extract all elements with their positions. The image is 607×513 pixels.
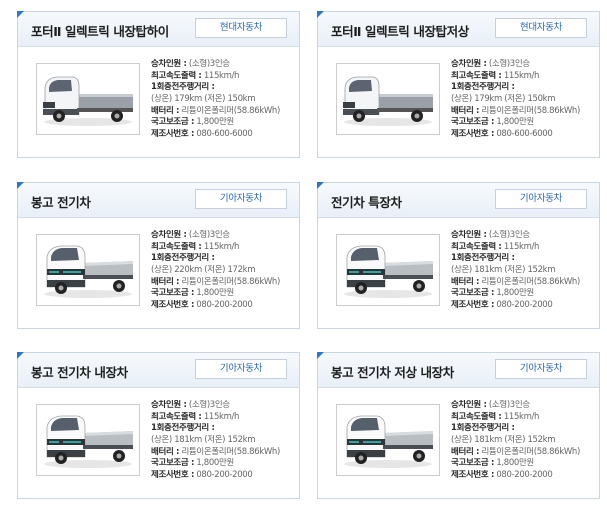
spec-range: (상온) 179km (저온) 150km	[451, 94, 556, 105]
spec-phone: 제조사번호 : 080-200-2000	[451, 300, 553, 311]
manufacturer-button[interactable]: 기아자동차	[195, 189, 287, 209]
spec-battery: 배터리 : 리튬이온폴리머(58.86kWh)	[451, 276, 580, 287]
card-header: 봉고 전기차 저상 내장차 기아자동차	[318, 353, 599, 388]
truck-illustration	[344, 415, 433, 468]
truck-illustration	[44, 245, 133, 298]
spec-range-label: 1회충전주행거리 :	[451, 423, 515, 434]
spec-range: (상온) 179km (저온) 150km	[151, 94, 256, 105]
spec-list: 승차인원 : (소형)3인승 최고속도출력 : 115km/h 1회충전주행거리…	[451, 59, 597, 141]
truck-illustration	[43, 76, 133, 126]
spec-range-label: 1회충전주행거리 :	[151, 82, 215, 93]
truck-illustration	[44, 415, 133, 468]
manufacturer-button[interactable]: 현대자동차	[195, 18, 287, 38]
truck-photo	[36, 63, 140, 135]
spec-capacity: 승차인원 : (소형)3인승	[451, 230, 530, 240]
truck-photo	[336, 404, 440, 476]
truck-photo	[36, 234, 140, 306]
corner-accent	[17, 182, 24, 189]
spec-list: 승차인원 : (소형)3인승 최고속도출력 : 115km/h 1회충전주행거리…	[451, 400, 597, 482]
spec-list: 승차인원 : (소형)3인승 최고속도출력 : 115km/h 1회충전주행거리…	[151, 230, 297, 312]
spec-battery: 배터리 : 리튬이온폴리머(58.86kWh)	[451, 105, 580, 116]
truck-illustration	[343, 76, 433, 126]
spec-battery: 배터리 : 리튬이온폴리머(58.86kWh)	[151, 446, 280, 457]
spec-battery: 배터리 : 리튬이온폴리머(58.86kWh)	[151, 276, 280, 287]
vehicle-title: 봉고 전기차	[31, 195, 91, 210]
spec-range-label: 1회충전주행거리 :	[451, 253, 515, 264]
card-header: 전기차 특장차 기아자동차	[318, 183, 599, 218]
spec-capacity: 승차인원 : (소형)3인승	[451, 400, 530, 410]
spec-range-label: 1회충전주행거리 :	[151, 253, 215, 264]
vehicle-title: 봉고 전기차 내장차	[31, 365, 128, 380]
vehicle-card: 포터Ⅱ 일렉트릭 내장탑하이 현대자동차 승차인원 : (소형)3인승 최고속도…	[17, 11, 300, 158]
spec-list: 승차인원 : (소형)3인승 최고속도출력 : 115km/h 1회충전주행거리…	[151, 59, 297, 141]
spec-range-label: 1회충전주행거리 :	[451, 82, 515, 93]
corner-accent	[317, 11, 324, 18]
spec-range: (상온) 181km (저온) 152km	[151, 435, 256, 446]
spec-capacity: 승차인원 : (소형)3인승	[451, 59, 530, 69]
card-header: 봉고 전기차 기아자동차	[18, 183, 299, 218]
spec-subsidy: 국고보조금 : 1,800만원	[451, 117, 534, 128]
corner-accent	[17, 11, 24, 18]
spec-battery: 배터리 : 리튬이온폴리머(58.86kWh)	[451, 446, 580, 457]
truck-illustration	[344, 245, 433, 298]
spec-speed: 최고속도출력 : 115km/h	[151, 70, 240, 81]
spec-subsidy: 국고보조금 : 1,800만원	[151, 458, 234, 469]
spec-subsidy: 국고보조금 : 1,800만원	[151, 117, 234, 128]
vehicle-title: 전기차 특장차	[331, 195, 402, 210]
spec-subsidy: 국고보조금 : 1,800만원	[451, 458, 534, 469]
spec-range-label: 1회충전주행거리 :	[151, 423, 215, 434]
spec-list: 승차인원 : (소형)3인승 최고속도출력 : 115km/h 1회충전주행거리…	[451, 230, 597, 312]
spec-speed: 최고속도출력 : 115km/h	[451, 70, 540, 81]
manufacturer-button[interactable]: 현대자동차	[495, 18, 587, 38]
spec-battery: 배터리 : 리튬이온폴리머(58.86kWh)	[151, 105, 280, 116]
spec-phone: 제조사번호 : 080-600-6000	[451, 129, 553, 140]
spec-capacity: 승차인원 : (소형)3인승	[151, 400, 230, 410]
corner-accent	[317, 182, 324, 189]
card-header: 포터Ⅱ 일렉트릭 내장탑저상 현대자동차	[318, 12, 599, 47]
manufacturer-button[interactable]: 기아자동차	[195, 359, 287, 379]
spec-subsidy: 국고보조금 : 1,800만원	[451, 288, 534, 299]
vehicle-card: 봉고 전기차 내장차 기아자동차 승차인원 : (소형)3인승 최고속도출력 :…	[17, 352, 300, 499]
manufacturer-button[interactable]: 기아자동차	[495, 359, 587, 379]
manufacturer-button[interactable]: 기아자동차	[495, 189, 587, 209]
vehicle-card: 봉고 전기차 기아자동차 승차인원 : (소형)3인승 최고속도출력 : 115…	[17, 182, 300, 329]
spec-phone: 제조사번호 : 080-200-2000	[451, 470, 553, 481]
vehicle-title: 포터Ⅱ 일렉트릭 내장탑하이	[31, 24, 169, 39]
spec-capacity: 승차인원 : (소형)3인승	[151, 230, 230, 240]
spec-range: (상온) 220km (저온) 172km	[151, 265, 256, 276]
spec-subsidy: 국고보조금 : 1,800만원	[151, 288, 234, 299]
truck-photo	[36, 404, 140, 476]
card-header: 포터Ⅱ 일렉트릭 내장탑하이 현대자동차	[18, 12, 299, 47]
vehicle-title: 포터Ⅱ 일렉트릭 내장탑저상	[331, 24, 469, 39]
vehicle-card: 전기차 특장차 기아자동차 승차인원 : (소형)3인승 최고속도출력 : 11…	[317, 182, 600, 329]
spec-speed: 최고속도출력 : 115km/h	[151, 411, 240, 422]
vehicle-card: 봉고 전기차 저상 내장차 기아자동차 승차인원 : (소형)3인승 최고속도출…	[317, 352, 600, 499]
spec-capacity: 승차인원 : (소형)3인승	[151, 59, 230, 69]
corner-accent	[17, 352, 24, 359]
card-header: 봉고 전기차 내장차 기아자동차	[18, 353, 299, 388]
spec-speed: 최고속도출력 : 115km/h	[451, 411, 540, 422]
vehicle-title: 봉고 전기차 저상 내장차	[331, 365, 454, 380]
truck-photo	[336, 63, 440, 135]
spec-speed: 최고속도출력 : 115km/h	[451, 241, 540, 252]
spec-range: (상온) 181km (저온) 152km	[451, 435, 556, 446]
corner-accent	[317, 352, 324, 359]
spec-speed: 최고속도출력 : 115km/h	[151, 241, 240, 252]
vehicle-card: 포터Ⅱ 일렉트릭 내장탑저상 현대자동차 승차인원 : (소형)3인승 최고속도…	[317, 11, 600, 158]
spec-list: 승차인원 : (소형)3인승 최고속도출력 : 115km/h 1회충전주행거리…	[151, 400, 297, 482]
spec-phone: 제조사번호 : 080-200-2000	[151, 300, 253, 311]
spec-phone: 제조사번호 : 080-600-6000	[151, 129, 253, 140]
spec-phone: 제조사번호 : 080-200-2000	[151, 470, 253, 481]
spec-range: (상온) 181km (저온) 152km	[451, 265, 556, 276]
truck-photo	[336, 234, 440, 306]
